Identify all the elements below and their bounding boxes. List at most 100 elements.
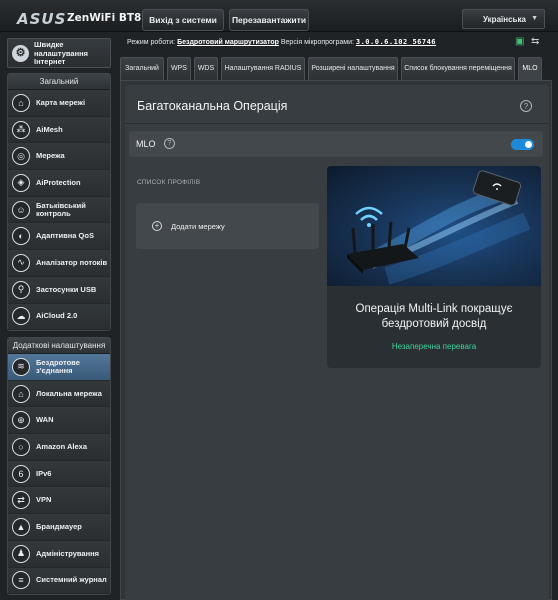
nav-item-network[interactable]: ◎ Мережа <box>8 143 110 171</box>
nav-item-wan[interactable]: ⊕ WAN <box>8 407 110 435</box>
toggle-knob <box>525 141 532 148</box>
nav-item-traffic-analyzer[interactable]: ∿ Аналізатор потоків <box>8 250 110 277</box>
wan-icon: ⊕ <box>12 411 30 430</box>
network-map-icon: ⌂ <box>12 93 30 112</box>
administration-icon: ♟ <box>12 544 30 563</box>
nav-item-wireless[interactable]: ≋ Бездротове з'єднання <box>8 354 110 381</box>
quick-internet-setup[interactable]: ⚙ Швидке налаштування Інтернет <box>7 38 111 68</box>
mlo-setting-row: MLO ? <box>129 131 543 157</box>
firewall-icon: ▲ <box>12 517 30 536</box>
usb-status-icon[interactable]: ⇆ <box>531 36 539 47</box>
router-phone-illustration <box>347 170 531 285</box>
general-section-title: Загальний <box>8 74 110 90</box>
status-line: Режим роботи: Бездротовий маршрутизатор … <box>127 38 436 46</box>
nav-item-aiprotection[interactable]: ◈ AiProtection <box>8 170 110 197</box>
help-icon[interactable]: ? <box>520 100 532 112</box>
reboot-button[interactable]: Перезавантажити <box>229 9 309 31</box>
aiprotection-icon: ◈ <box>12 173 30 192</box>
vpn-icon: ⇄ <box>12 491 30 510</box>
mlo-toggle[interactable] <box>511 139 534 150</box>
cloud-icon: ☁ <box>12 307 30 326</box>
general-section: Загальний ⌂ Карта мережі ⁂ AiMesh ◎ Мере… <box>7 73 111 332</box>
model-name: ZenWiFi BT8 <box>67 12 142 24</box>
add-network-button[interactable]: + Додати мережу <box>136 203 319 249</box>
mode-value[interactable]: Бездротовий маршрутизатор <box>177 39 279 46</box>
network-icon: ◎ <box>12 147 30 166</box>
main-panel: Багатоканальна Операція ? MLO ? СПИСОК П… <box>120 80 552 600</box>
mode-label: Режим роботи: <box>127 39 176 46</box>
chevron-down-icon: ▼ <box>531 15 538 22</box>
aimesh-icon: ⁂ <box>12 120 30 139</box>
system-log-icon: ≡ <box>12 571 30 590</box>
nav-item-system-log[interactable]: ≡ Системний журнал <box>8 567 110 595</box>
qos-icon: ◐ <box>12 227 30 246</box>
top-bar: ASUS ZenWiFi BT8 Вихід з системи Перезав… <box>0 0 558 32</box>
nav-item-aimesh[interactable]: ⁂ AiMesh <box>8 116 110 144</box>
promo-text: Операція Multi-Link покращує бездротовий… <box>355 303 513 330</box>
nav-item-administration[interactable]: ♟ Адміністрування <box>8 540 110 568</box>
nav-item-lan[interactable]: ⌂ Локальна мережа <box>8 380 110 408</box>
nav-label: AiProtection <box>36 177 81 187</box>
nav-label: Адаптивна QoS <box>36 231 94 241</box>
nav-label: Адміністрування <box>36 548 100 558</box>
wireless-icon: ≋ <box>12 357 30 376</box>
nav-label: Бездротове з'єднання <box>36 357 80 375</box>
nav-item-network-map[interactable]: ⌂ Карта мережі <box>8 90 110 117</box>
tab-mlo[interactable]: MLO <box>518 57 542 80</box>
nav-label: VPN <box>36 495 52 505</box>
nav-item-vpn[interactable]: ⇄ VPN <box>8 487 110 515</box>
nav-item-alexa[interactable]: ○ Amazon Alexa <box>8 434 110 461</box>
nav-label: Локальна мережа <box>36 388 102 398</box>
nav-item-usb-apps[interactable]: ⚲ Застосунки USB <box>8 276 110 304</box>
language-value: Українська <box>483 14 526 24</box>
profiles-list-label: СПИСОК ПРОФІЛІВ <box>137 179 201 186</box>
nav-label: AiMesh <box>36 124 63 134</box>
tab-wds[interactable]: WDS <box>194 57 218 80</box>
promo-illustration <box>327 166 541 286</box>
lan-icon: ⌂ <box>12 384 30 403</box>
nav-item-parental-control[interactable]: ☺ Батьківський контроль <box>8 196 110 224</box>
plus-icon: + <box>152 221 162 231</box>
mlo-content: Багатоканальна Операція ? MLO ? СПИСОК П… <box>125 85 549 600</box>
tab-advanced[interactable]: Розширені налаштування <box>308 57 398 80</box>
title-divider <box>125 123 549 124</box>
quick-setup-label: Швидке налаштування Інтернет <box>34 40 89 66</box>
mlo-help-icon[interactable]: ? <box>164 138 175 149</box>
ipv6-icon: 6 <box>12 464 30 483</box>
firmware-label: Версія мікропрограми: <box>280 39 354 46</box>
language-select[interactable]: Українська ▼ <box>462 9 545 29</box>
nav-label: WAN <box>36 415 54 425</box>
parental-control-icon: ☺ <box>12 200 30 219</box>
nav-item-firewall[interactable]: ▲ Брандмауер <box>8 514 110 541</box>
promo-link[interactable]: Незаперечна перевага <box>327 342 541 351</box>
nav-item-adaptive-qos[interactable]: ◐ Адаптивна QoS <box>8 223 110 251</box>
page-title: Багатоканальна Операція <box>137 99 288 113</box>
usb-icon: ⚲ <box>12 280 30 299</box>
nav-label: Батьківський контроль <box>36 200 86 218</box>
nav-label: Аналізатор потоків <box>36 257 108 267</box>
tab-roaming-block-list[interactable]: Список блокування переміщення <box>401 57 515 80</box>
nav-label: Amazon Alexa <box>36 441 87 451</box>
quick-setup-icon: ⚙ <box>12 45 29 62</box>
nav-label: Застосунки USB <box>36 284 97 294</box>
alexa-icon: ○ <box>12 437 30 456</box>
advanced-section: Додаткові налаштування ≋ Бездротове з'єд… <box>7 337 111 596</box>
tab-wps[interactable]: WPS <box>167 57 191 80</box>
firmware-value[interactable]: 3.0.0.6.102_56746 <box>356 38 436 46</box>
tab-general[interactable]: Загальний <box>120 57 164 80</box>
traffic-analyzer-icon: ∿ <box>12 253 30 272</box>
app-status-icon[interactable]: ▣ <box>515 36 524 47</box>
mlo-promo-card: Операція Multi-Link покращує бездротовий… <box>327 166 541 368</box>
nav-item-ipv6[interactable]: 6 IPv6 <box>8 460 110 488</box>
asus-logo[interactable]: ASUS <box>17 10 66 28</box>
add-network-label: Додати мережу <box>171 222 225 231</box>
advanced-section-title: Додаткові налаштування <box>8 338 110 354</box>
logout-button[interactable]: Вихід з системи <box>142 9 224 31</box>
mlo-label: MLO <box>136 139 156 149</box>
nav-label: Системний журнал <box>36 575 107 585</box>
nav-label: AiCloud 2.0 <box>36 311 78 321</box>
nav-label: Брандмауер <box>36 521 82 531</box>
nav-item-aicloud[interactable]: ☁ AiCloud 2.0 <box>8 303 110 331</box>
nav-label: Карта мережі <box>36 97 86 107</box>
tab-radius[interactable]: Налаштування RADIUS <box>221 57 305 80</box>
